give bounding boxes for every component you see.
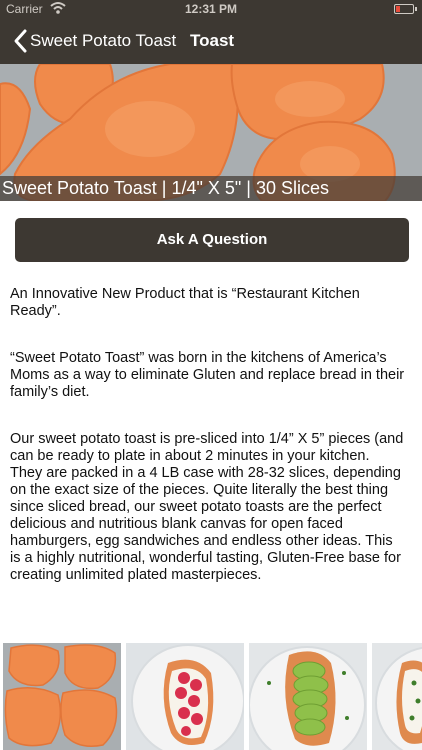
status-bar: Carrier 12:31 PM [0, 0, 422, 18]
gallery-strip[interactable] [0, 643, 422, 750]
battery-icon [394, 4, 417, 14]
description-intro: An Innovative New Product that is “Resta… [10, 286, 360, 319]
description-origin: “Sweet Potato Toast” was born in the kit… [10, 350, 405, 400]
gallery-thumb-raspberry-toast[interactable] [126, 643, 244, 750]
description-details: Our sweet potato toast is pre-sliced int… [10, 431, 404, 583]
gallery-thumb-herb-toast[interactable] [372, 643, 422, 750]
ask-question-button[interactable]: Ask A Question [15, 218, 409, 262]
nav-bar: Sweet Potato Toast Toast [0, 18, 422, 64]
back-button[interactable]: Sweet Potato Toast [30, 31, 176, 51]
gallery-thumb-raw-slices[interactable] [3, 643, 121, 750]
chevron-left-icon[interactable] [10, 28, 32, 54]
hero-caption: Sweet Potato Toast | 1/4" X 5" | 30 Slic… [0, 176, 422, 201]
gallery-thumb-avocado-toast[interactable] [249, 643, 367, 750]
clock: 12:31 PM [184, 2, 238, 16]
page-title: Toast [190, 31, 235, 50]
